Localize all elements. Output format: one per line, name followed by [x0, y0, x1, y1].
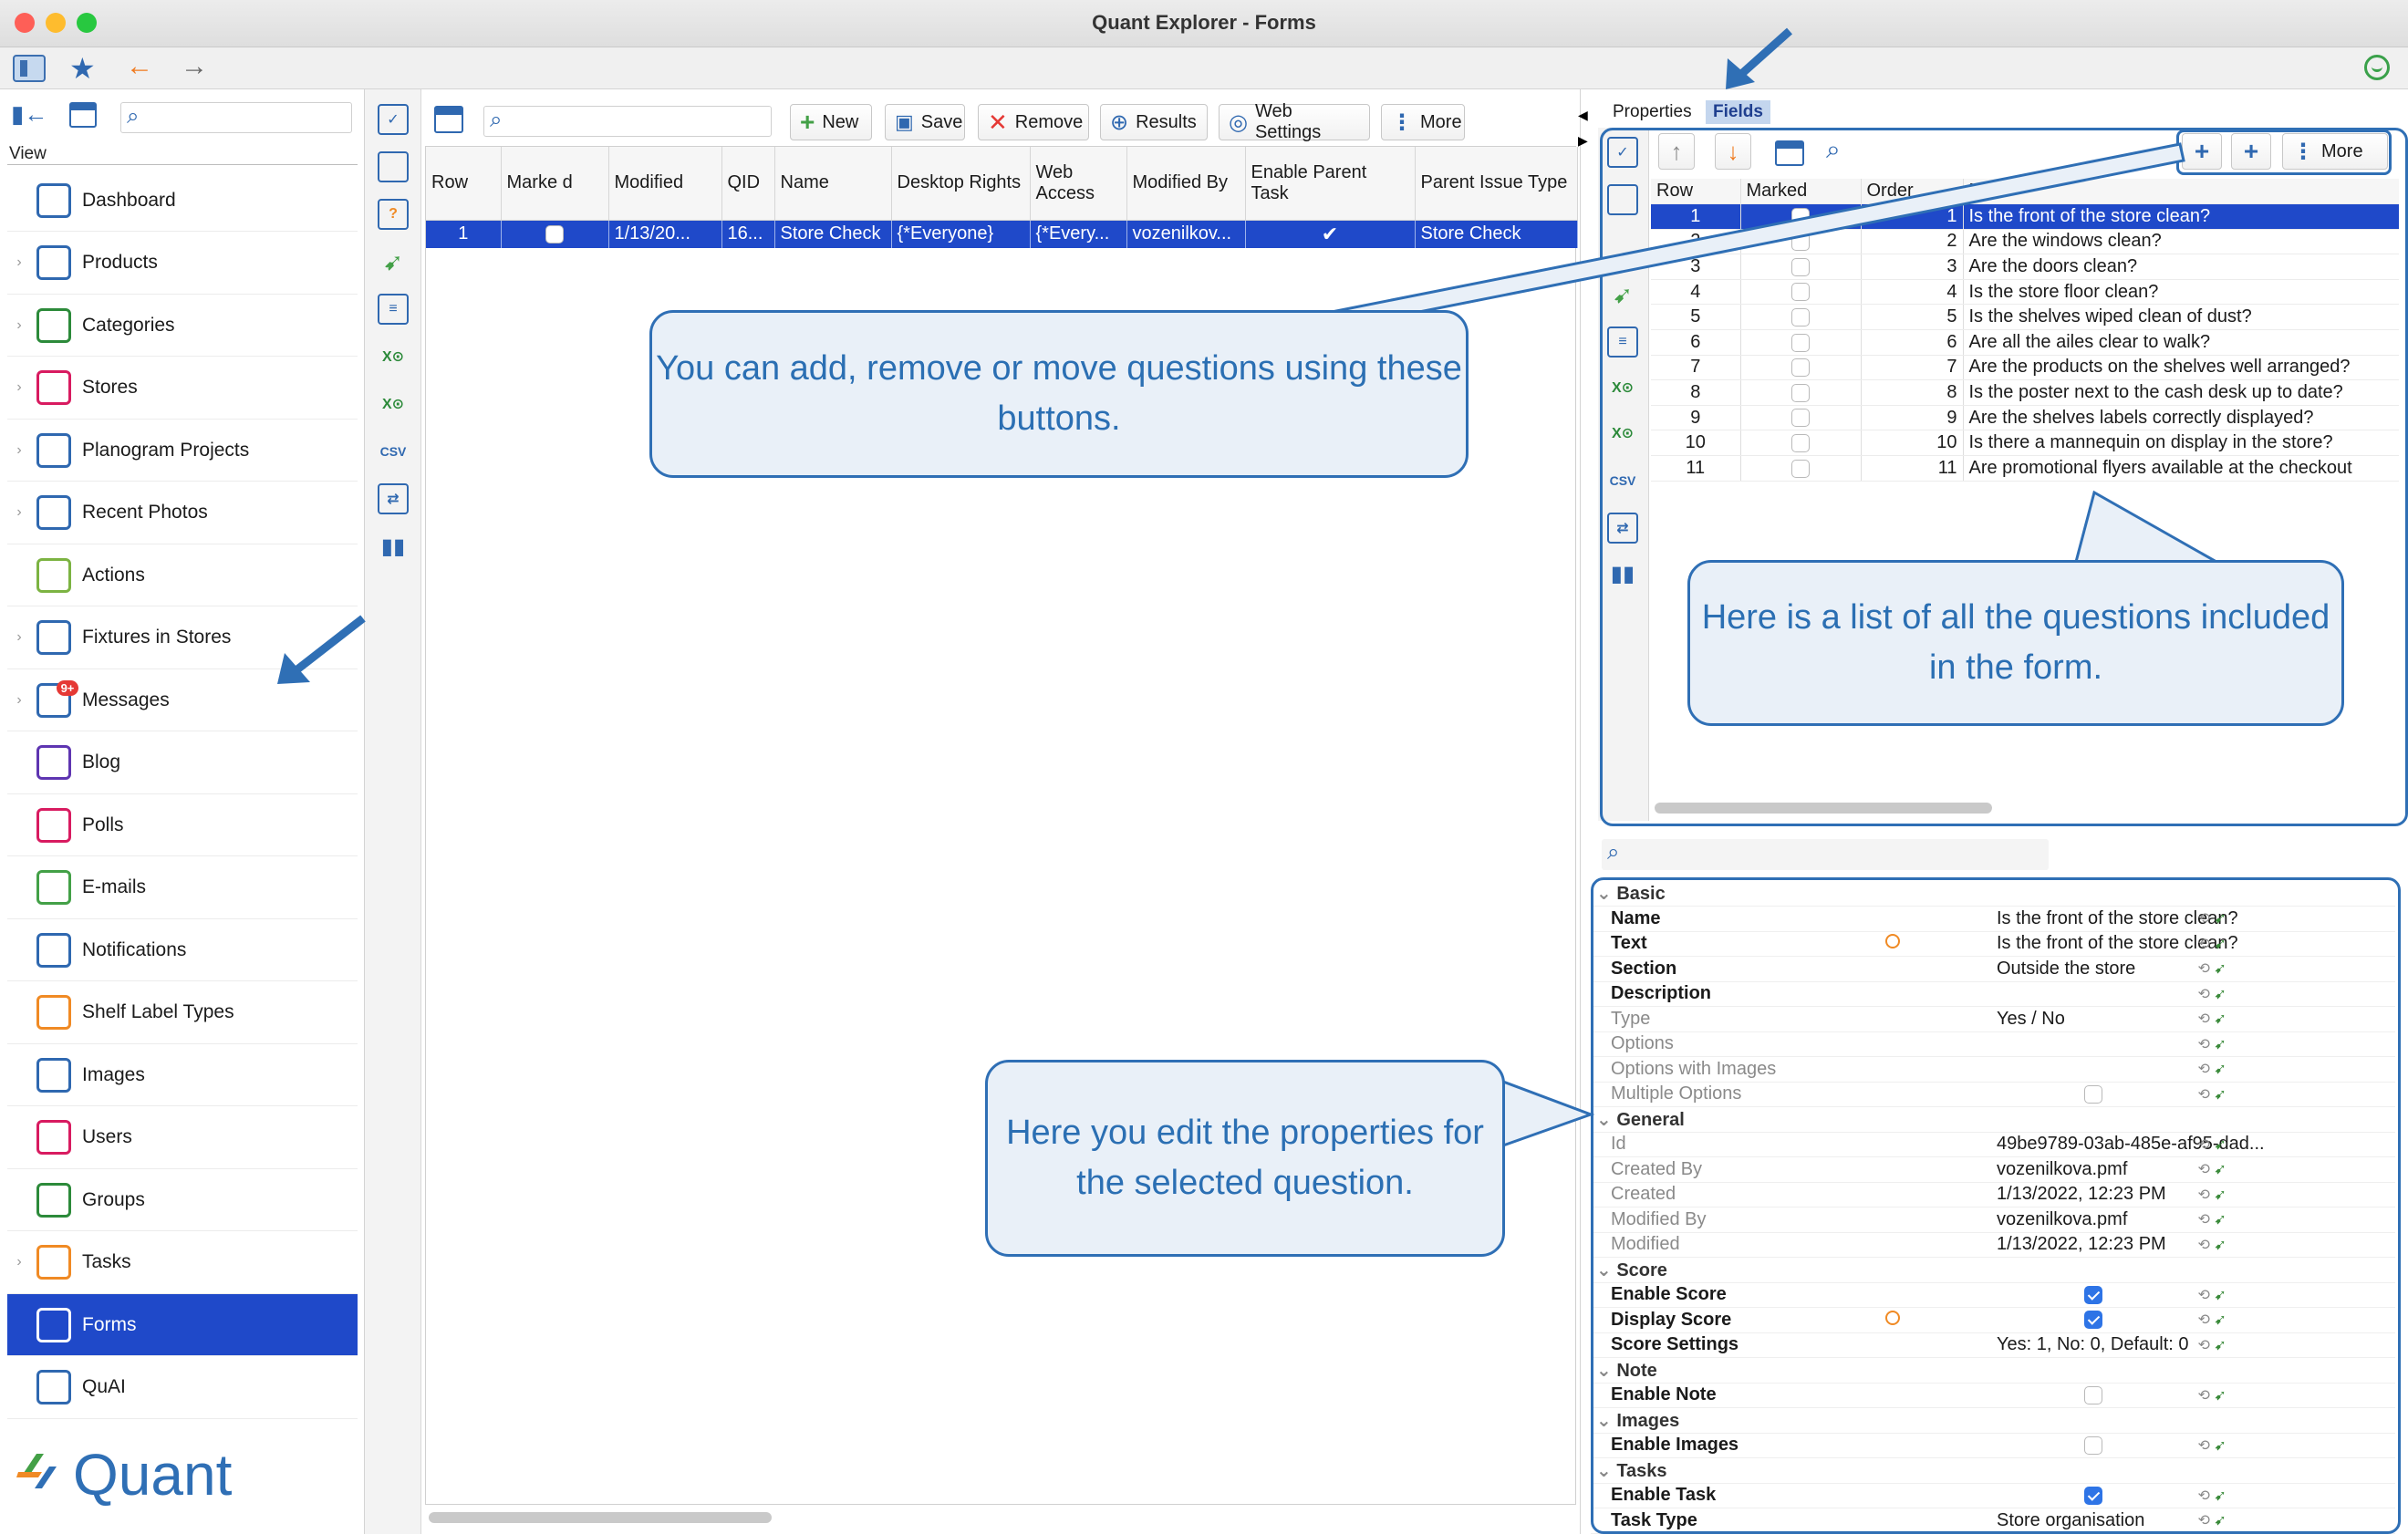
callout-pointer-buttons — [1331, 142, 2185, 314]
annotation-overlay — [277, 27, 2222, 1148]
arrow-to-fields-tab-icon — [1726, 27, 1792, 89]
arrow-to-forms-item-icon — [277, 615, 366, 684]
callout-add-remove-move: You can add, remove or move questions us… — [649, 310, 1469, 478]
callout-pointer-list — [2074, 490, 2222, 564]
callout-pointer-properties — [1501, 1079, 1595, 1148]
callout-properties: Here you edit the properties for the sel… — [985, 1060, 1505, 1257]
callout-questions-list: Here is a list of all the questions incl… — [1687, 560, 2344, 726]
